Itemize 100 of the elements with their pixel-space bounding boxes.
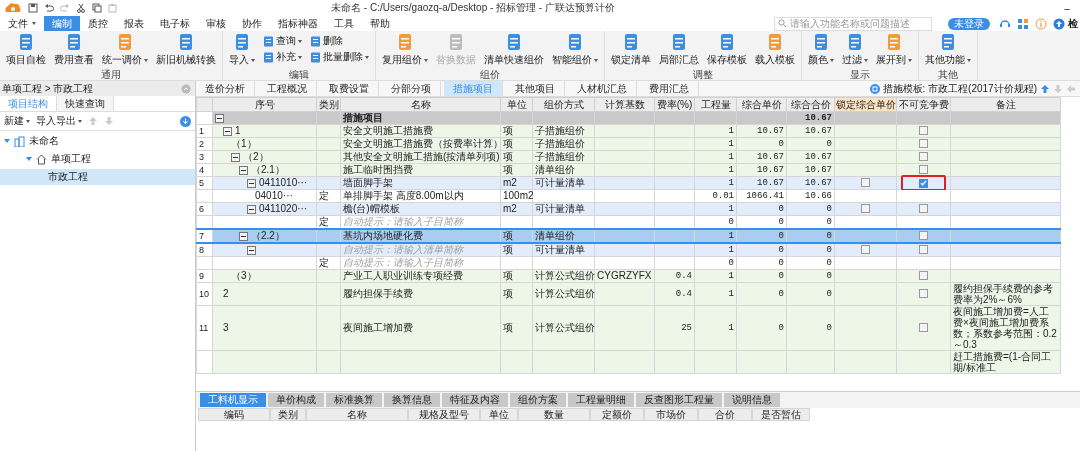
tab[interactable]: 工程概况 — [258, 81, 317, 96]
collapse-toggle[interactable] — [247, 245, 256, 255]
checkbox[interactable] — [919, 152, 928, 161]
ribbon-button[interactable]: 载入模板 — [753, 33, 797, 67]
ribbon-button[interactable]: 智能组价 — [550, 33, 600, 67]
tab[interactable]: 取费设置 — [320, 81, 379, 96]
up-arrow-icon[interactable] — [1040, 83, 1050, 94]
ribbon-button[interactable]: 过滤 — [840, 33, 870, 67]
undo-icon[interactable] — [44, 3, 54, 13]
checkbox[interactable] — [919, 139, 928, 148]
search-field[interactable]: 请输入功能名称或问题描述 — [774, 16, 932, 31]
tab[interactable]: 标准换算 — [326, 393, 382, 407]
checkbox[interactable] — [919, 178, 928, 188]
redo-icon[interactable] — [60, 3, 70, 13]
collapse-toggle[interactable] — [231, 152, 240, 162]
tab[interactable]: 组价方案 — [510, 393, 566, 407]
tab[interactable]: 反查图形工程量 — [636, 393, 722, 407]
toolbar-button[interactable]: 新建 — [4, 114, 30, 128]
menu-item[interactable]: 质控 — [80, 16, 116, 31]
ribbon-button[interactable]: 其他功能 — [923, 33, 973, 67]
table-cell: 0 — [826, 231, 832, 241]
panel-tab[interactable]: 快速查询 — [57, 96, 114, 111]
down-arrow-icon[interactable] — [104, 116, 114, 126]
checkbox[interactable] — [919, 231, 928, 240]
menu-item[interactable]: 电子标 — [152, 16, 198, 31]
checkbox[interactable] — [919, 271, 928, 280]
tab[interactable]: 费用汇总 — [640, 81, 699, 96]
checkbox[interactable] — [919, 323, 928, 332]
collapse-toggle[interactable] — [239, 231, 248, 241]
grid-icon[interactable] — [1017, 17, 1029, 30]
expand-arrow-icon[interactable] — [4, 139, 10, 143]
checkbox[interactable] — [919, 245, 928, 254]
menu-item[interactable]: 报表 — [116, 16, 152, 31]
expand-arrow-icon[interactable] — [26, 157, 32, 161]
menu-item[interactable]: 文件 — [0, 16, 44, 31]
ribbon-button[interactable]: 统一调价 — [100, 33, 150, 67]
table-cell: 清单组价 — [535, 164, 575, 175]
headset-icon[interactable] — [999, 17, 1011, 30]
cut-icon[interactable] — [76, 3, 86, 13]
collapse-toggle[interactable] — [215, 113, 224, 123]
checkbox[interactable] — [861, 245, 870, 254]
menu-item[interactable]: 工具 — [326, 16, 362, 31]
ribbon-button[interactable]: 清单快速组价 — [482, 33, 546, 67]
ribbon-button[interactable]: 保存模板 — [705, 33, 749, 67]
ribbon-button[interactable]: 批量删除 — [308, 49, 371, 65]
checkbox[interactable] — [919, 289, 928, 298]
tab[interactable]: 特征及内容 — [442, 393, 508, 407]
template-label[interactable]: 措施模板: 市政工程(2017计价规程) — [882, 81, 1037, 96]
copy-icon[interactable] — [92, 3, 102, 13]
paste-icon[interactable] — [108, 3, 118, 13]
down-arrow-icon[interactable] — [1053, 83, 1063, 94]
collapse-icon[interactable] — [181, 83, 191, 94]
save-icon[interactable] — [28, 3, 38, 13]
up-arrow-icon[interactable] — [88, 116, 98, 126]
menu-item[interactable]: 协作 — [234, 16, 270, 31]
tab[interactable]: 单价构成 — [268, 393, 324, 407]
table-cell: m2 — [503, 203, 517, 214]
menu-item[interactable]: 帮助 — [362, 16, 398, 31]
menu-item[interactable]: 审核 — [198, 16, 234, 31]
collapse-toggle[interactable] — [223, 126, 232, 136]
tab[interactable]: 人材机汇总 — [568, 81, 637, 96]
collapse-toggle[interactable] — [247, 178, 256, 188]
upload-icon[interactable] — [1053, 17, 1065, 30]
checkbox[interactable] — [919, 165, 928, 174]
menu-item[interactable]: 指标神器 — [270, 16, 326, 31]
checkbox[interactable] — [919, 126, 928, 135]
ribbon-button[interactable]: 查询 — [261, 33, 304, 49]
ribbon-button[interactable]: 新旧机械转换 — [154, 33, 218, 67]
info-icon[interactable] — [1035, 17, 1047, 30]
tree-item[interactable]: 市政工程 — [48, 170, 88, 184]
ribbon-button[interactable]: 删除 — [308, 33, 371, 49]
tab[interactable]: 分部分项 — [382, 81, 441, 96]
collapse-toggle[interactable] — [247, 204, 256, 214]
row-number: 6 — [199, 204, 204, 214]
tab[interactable]: 其他项目 — [506, 81, 565, 96]
tab[interactable]: 造价分析 — [196, 81, 255, 96]
ribbon-button[interactable]: 费用查看 — [52, 33, 96, 67]
ribbon-button[interactable]: 复用组价 — [380, 33, 430, 67]
toolbar-button[interactable]: 导入导出 — [36, 114, 82, 128]
tab[interactable]: 换算信息 — [384, 393, 440, 407]
ribbon-button[interactable]: 颜色 — [806, 33, 836, 67]
ribbon-button[interactable]: 补充 — [261, 49, 304, 65]
collapse-toggle[interactable] — [239, 165, 248, 175]
checkbox[interactable] — [919, 204, 928, 213]
tab[interactable]: 说明信息 — [724, 393, 780, 407]
tree-item[interactable]: 未命名 — [29, 134, 59, 148]
checkbox[interactable] — [861, 178, 870, 187]
tab[interactable]: 工程量明细 — [568, 393, 634, 407]
ribbon-button[interactable]: 项目自检 — [4, 33, 48, 67]
download-icon[interactable] — [180, 115, 191, 127]
check-label[interactable]: 检 — [1068, 16, 1078, 31]
ribbon-button[interactable]: 展开到 — [874, 33, 914, 67]
ribbon-button[interactable]: 锁定清单 — [609, 33, 653, 67]
tree-item[interactable]: 单项工程 — [51, 152, 91, 166]
left-arrow-icon[interactable] — [1066, 83, 1076, 94]
ribbon-button[interactable]: 导入 — [227, 33, 257, 67]
checkbox[interactable] — [861, 204, 870, 213]
minimize-button[interactable]: – — [1058, 2, 1076, 14]
table-cell: 其他安全文明施工措施(按清单列项) — [343, 151, 500, 162]
ribbon-button[interactable]: 局部汇总 — [657, 33, 701, 67]
